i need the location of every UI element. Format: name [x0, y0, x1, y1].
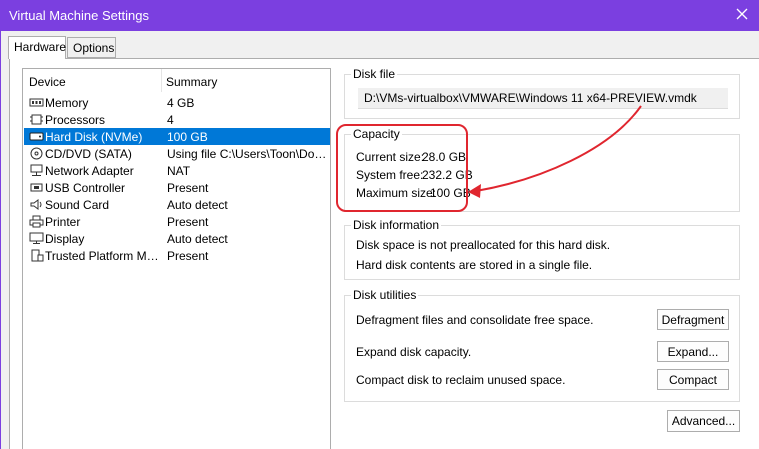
- device-name: Display: [45, 232, 85, 246]
- tab-hardware[interactable]: Hardware: [8, 36, 66, 59]
- display-icon: [29, 232, 44, 244]
- processor-icon: [30, 114, 43, 125]
- defragment-button[interactable]: Defragment: [657, 309, 729, 330]
- device-row-processors[interactable]: Processors 4: [24, 111, 330, 128]
- disk-file-legend: Disk file: [351, 67, 398, 81]
- close-icon[interactable]: [735, 7, 749, 21]
- network-adapter-icon: [30, 164, 43, 176]
- device-summary: Auto detect: [167, 198, 228, 212]
- column-header-summary[interactable]: Summary: [166, 75, 217, 89]
- device-row-hard-disk[interactable]: Hard Disk (NVMe) 100 GB: [24, 128, 330, 145]
- device-row-usb-controller[interactable]: USB Controller Present: [24, 179, 330, 196]
- window-title: Virtual Machine Settings: [9, 8, 149, 23]
- title-bar: Virtual Machine Settings: [0, 0, 759, 31]
- memory-icon: [29, 98, 44, 107]
- defragment-description: Defragment files and consolidate free sp…: [356, 313, 594, 327]
- device-row-trusted-platform-module[interactable]: Trusted Platform Mo... Present: [24, 247, 330, 264]
- device-summary: NAT: [167, 164, 191, 178]
- device-row-printer[interactable]: Printer Present: [24, 213, 330, 230]
- printer-icon: [29, 215, 44, 228]
- hardware-panel: Device Summary Memory 4 GB Processors 4 …: [9, 58, 759, 449]
- disk-information-line-2: Hard disk contents are stored in a singl…: [356, 258, 593, 272]
- device-name: Processors: [45, 113, 106, 127]
- tpm-icon: [31, 249, 44, 262]
- device-row-cd-dvd[interactable]: CD/DVD (SATA) Using file C:\Users\Toon\D…: [24, 145, 330, 162]
- device-summary: Using file C:\Users\Toon\Dow...: [167, 147, 327, 161]
- disk-information-group: Disk information Disk space is not preal…: [344, 218, 740, 280]
- device-name: CD/DVD (SATA): [45, 147, 132, 161]
- tab-options-label: Options: [73, 41, 115, 55]
- device-row-sound-card[interactable]: Sound Card Auto detect: [24, 196, 330, 213]
- device-row-network-adapter[interactable]: Network Adapter NAT: [24, 162, 330, 179]
- device-name: Printer: [45, 215, 81, 229]
- device-name: Sound Card: [45, 198, 110, 212]
- device-summary: Present: [167, 249, 209, 263]
- device-name: Memory: [45, 96, 89, 110]
- tab-options[interactable]: Options: [67, 37, 116, 58]
- device-summary: Present: [167, 215, 209, 229]
- device-summary: Auto detect: [167, 232, 228, 246]
- cd-dvd-icon: [30, 147, 43, 160]
- hard-disk-icon: [29, 132, 44, 141]
- sound-card-icon: [30, 199, 42, 210]
- expand-button[interactable]: Expand...: [657, 341, 729, 362]
- compact-description: Compact disk to reclaim unused space.: [356, 373, 566, 387]
- advanced-button[interactable]: Advanced...: [667, 410, 740, 432]
- compact-button[interactable]: Compact: [657, 369, 729, 390]
- disk-utilities-group: Disk utilities Defragment files and cons…: [344, 288, 740, 402]
- device-summary: 4 GB: [167, 96, 195, 110]
- disk-information-line-1: Disk space is not preallocated for this …: [356, 238, 611, 252]
- column-header-device[interactable]: Device: [29, 75, 66, 89]
- device-name: Trusted Platform Mo...: [45, 249, 160, 263]
- device-row-display[interactable]: Display Auto detect: [24, 230, 330, 247]
- device-list[interactable]: Device Summary Memory 4 GB Processors 4 …: [22, 68, 331, 449]
- expand-description: Expand disk capacity.: [356, 345, 472, 359]
- device-summary: 100 GB: [167, 130, 208, 144]
- device-name: Hard Disk (NVMe): [45, 130, 143, 144]
- dialog-body: Hardware Options Device Summary Memory 4…: [0, 31, 759, 449]
- column-separator[interactable]: [161, 69, 162, 92]
- tab-hardware-label: Hardware: [14, 40, 67, 54]
- device-summary: 4: [167, 113, 174, 127]
- device-row-memory[interactable]: Memory 4 GB: [24, 94, 330, 111]
- disk-utilities-legend: Disk utilities: [351, 288, 419, 302]
- disk-file-path[interactable]: D:\VMs-virtualbox\VMWARE\Windows 11 x64-…: [358, 88, 728, 109]
- device-summary: Present: [167, 181, 209, 195]
- disk-file-group: Disk file D:\VMs-virtualbox\VMWARE\Windo…: [344, 67, 740, 119]
- device-name: Network Adapter: [45, 164, 134, 178]
- device-list-header: Device Summary: [23, 69, 330, 92]
- device-name: USB Controller: [45, 181, 126, 195]
- annotation-highlight-box: [336, 124, 468, 212]
- disk-information-legend: Disk information: [351, 218, 442, 232]
- usb-controller-icon: [30, 183, 43, 192]
